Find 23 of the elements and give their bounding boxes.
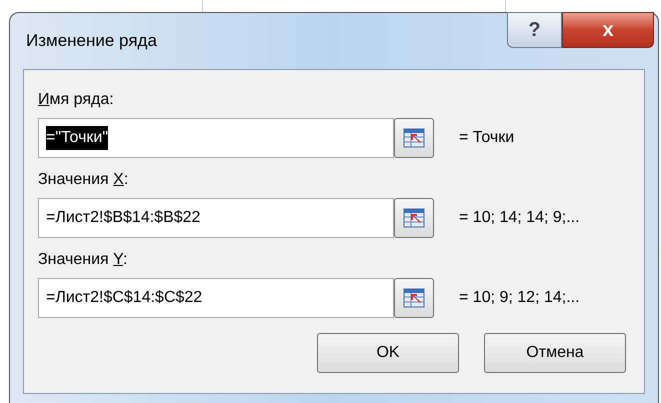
range-select-button[interactable] — [394, 278, 434, 318]
field-result: = 10; 14; 14; 9;... — [459, 208, 580, 228]
close-button[interactable]: x — [562, 12, 654, 48]
field-value: =Лист2!$C$14:$C$22 — [46, 288, 202, 308]
field-label: Имя ряда: — [38, 90, 115, 110]
help-button[interactable]: ? — [507, 12, 562, 48]
field-label: Значения Y: — [38, 250, 128, 270]
range-select-icon — [403, 288, 425, 308]
field-result: = 10; 9; 12; 14;... — [459, 288, 580, 308]
dialog-button[interactable]: OK — [317, 333, 459, 373]
window-title: Изменение ряда — [26, 30, 157, 52]
range-select-button[interactable] — [394, 118, 434, 158]
range-select-button[interactable] — [394, 198, 434, 238]
input-field[interactable]: ="Точки" — [38, 118, 394, 158]
range-select-icon — [403, 208, 425, 228]
field-result: = Точки — [459, 128, 514, 148]
dialog-button[interactable]: Отмена — [484, 333, 626, 373]
input-field[interactable]: =Лист2!$B$14:$B$22 — [38, 198, 394, 238]
field-value: =Лист2!$B$14:$B$22 — [46, 208, 200, 228]
range-select-icon — [403, 128, 425, 148]
field-value: ="Точки" — [46, 126, 108, 150]
input-field[interactable]: =Лист2!$C$14:$C$22 — [38, 278, 394, 318]
field-label: Значения X: — [38, 170, 130, 190]
